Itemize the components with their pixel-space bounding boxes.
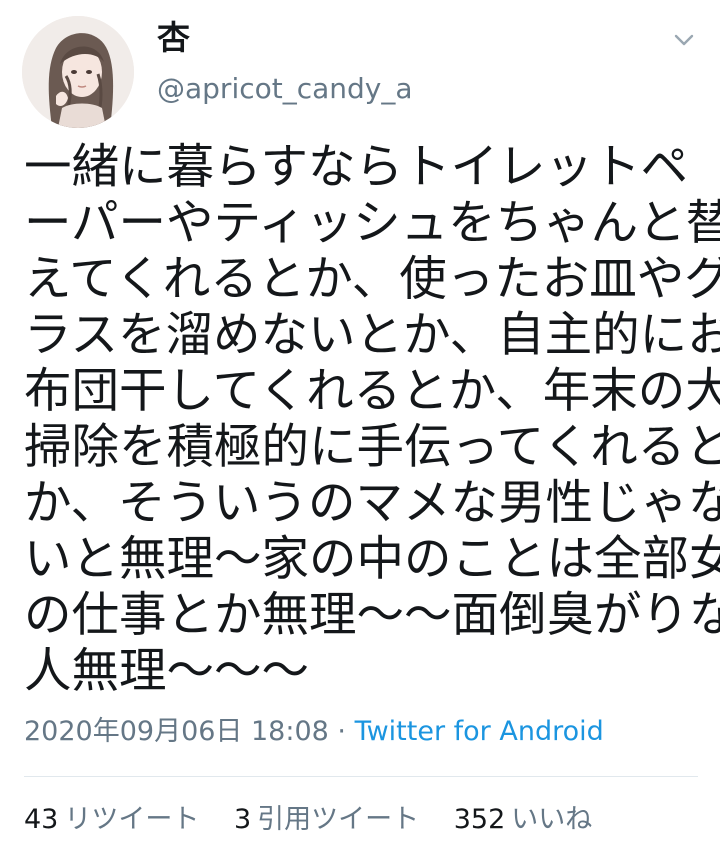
tweet-text-line: の仕事とか無理〜〜面倒臭がりな xyxy=(24,588,720,643)
tweet-text-line: 布団干してくれるとか、年末の大 xyxy=(24,364,720,419)
client-link[interactable]: Twitter for Android xyxy=(355,716,604,747)
tweet-meta: 2020年09月06日 18:08 · Twitter for Android xyxy=(24,714,604,750)
divider xyxy=(24,776,698,777)
likes-count: 352 xyxy=(453,804,506,835)
tweet-text-line: ーパーやティッシュをちゃんと替 xyxy=(24,196,720,251)
retweets-count: 43 xyxy=(24,804,59,835)
quotes-label: 引用ツイート xyxy=(257,804,420,835)
retweets-stat[interactable]: 43 リツイート xyxy=(24,804,199,835)
quotes-count: 3 xyxy=(233,804,252,835)
avatar[interactable] xyxy=(22,16,134,128)
meta-separator: · xyxy=(328,716,355,747)
tweet-text-line: えてくれるとか、使ったお皿やグ xyxy=(24,252,720,307)
tweet-text-line: いと無理〜家の中のことは全部女 xyxy=(24,532,720,587)
likes-label: いいね xyxy=(511,804,593,835)
display-name[interactable]: 杏 xyxy=(157,18,190,58)
tweet-text: 一緒に暮らすならトイレットペ ーパーやティッシュをちゃんと替 えてくれるとか、使… xyxy=(24,140,720,700)
tweet-stats: 43 リツイート 3 引用ツイート 352 いいね xyxy=(24,802,618,838)
tweet-text-line: か、そういうのマメな男性じゃな xyxy=(24,476,720,531)
avatar-illustration-icon xyxy=(22,16,134,128)
quotes-stat[interactable]: 3 引用ツイート xyxy=(234,804,419,835)
tweet-text-line: 一緒に暮らすならトイレットペ xyxy=(24,140,689,195)
tweet-text-line: 人無理〜〜〜 xyxy=(24,644,309,699)
likes-stat[interactable]: 352 いいね xyxy=(454,804,593,835)
tweet-header: 杏 @apricot_candy_a xyxy=(0,0,720,130)
chevron-down-icon[interactable] xyxy=(668,24,700,56)
tweet-text-line: 掃除を積極的に手伝ってくれると xyxy=(24,420,720,475)
timestamp[interactable]: 2020年09月06日 18:08 xyxy=(24,716,329,747)
tweet-text-line: ラスを溜めないとか、自主的にお xyxy=(24,308,720,363)
user-handle[interactable]: @apricot_candy_a xyxy=(157,72,413,106)
retweets-label: リツイート xyxy=(64,804,200,835)
